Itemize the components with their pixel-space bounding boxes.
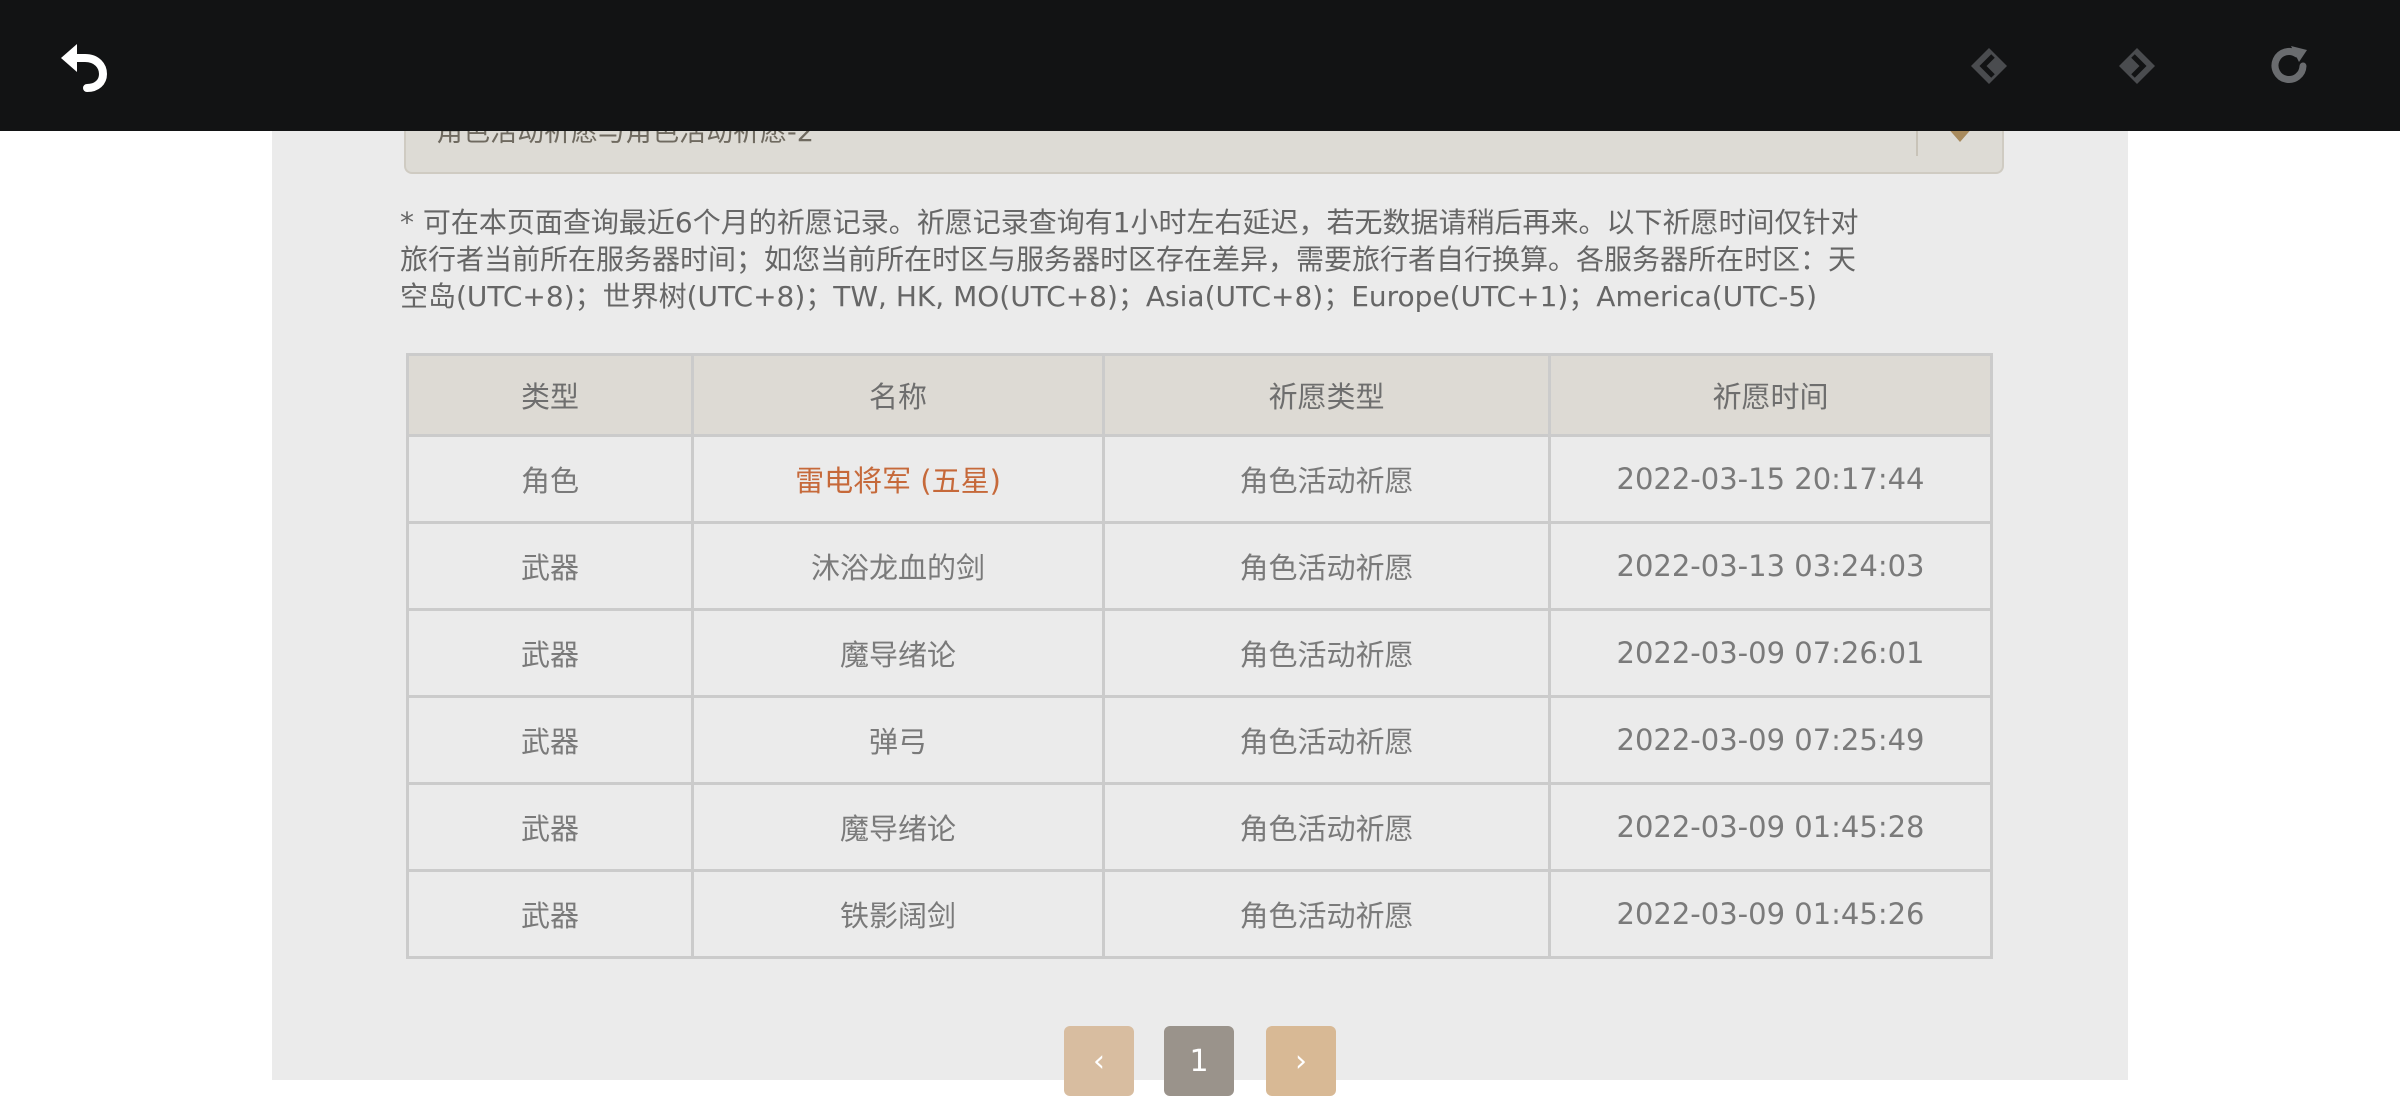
cell-wish-type: 角色活动祈愿	[1102, 521, 1551, 611]
cell-time: 2022-03-09 01:45:28	[1548, 782, 1993, 872]
back-button[interactable]	[47, 30, 119, 102]
header-name: 名称	[691, 353, 1105, 437]
table-header-row: 类型 名称 祈愿类型 祈愿时间	[406, 353, 1993, 437]
cell-type: 武器	[406, 869, 694, 959]
cell-name: 魔导绪论	[691, 782, 1105, 872]
cell-wish-type: 角色活动祈愿	[1102, 869, 1551, 959]
cell-time: 2022-03-09 07:26:01	[1548, 608, 1993, 698]
cell-name: 魔导绪论	[691, 608, 1105, 698]
table-row: 武器 沐浴龙血的剑 角色活动祈愿 2022-03-13 03:24:03	[406, 521, 1993, 611]
cell-type: 角色	[406, 434, 694, 524]
cell-type: 武器	[406, 782, 694, 872]
notice-line: 旅行者当前所在服务器时间；如您当前所在时区与服务器时区存在差异，需要旅行者自行换…	[400, 243, 1857, 276]
chevron-left-icon: ‹	[1093, 1043, 1105, 1079]
reload-icon	[2271, 46, 2307, 83]
cell-time: 2022-03-15 20:17:44	[1548, 434, 1993, 524]
back-arrow-icon	[61, 44, 108, 92]
nav-forward-button[interactable]	[2101, 30, 2173, 102]
header-type: 类型	[406, 353, 694, 437]
table-row: 武器 铁影阔剑 角色活动祈愿 2022-03-09 01:45:26	[406, 869, 1993, 959]
table-row: 武器 魔导绪论 角色活动祈愿 2022-03-09 01:45:28	[406, 782, 1993, 872]
diamond-left-icon	[1971, 48, 2007, 84]
page-number: 1	[1189, 1043, 1209, 1079]
table-row: 武器 魔导绪论 角色活动祈愿 2022-03-09 07:26:01	[406, 608, 1993, 698]
cell-wish-type: 角色活动祈愿	[1102, 782, 1551, 872]
cell-name: 雷电将军 (五星)	[691, 434, 1105, 524]
table-row: 武器 弹弓 角色活动祈愿 2022-03-09 07:25:49	[406, 695, 1993, 785]
cell-name: 沐浴龙血的剑	[691, 521, 1105, 611]
chevron-right-icon: ›	[1295, 1043, 1307, 1079]
browser-toolbar	[0, 0, 2400, 131]
next-page-button[interactable]: ›	[1266, 1026, 1336, 1096]
notice-line: * 可在本页面查询最近6个月的祈愿记录。祈愿记录查询有1小时左右延迟，若无数据请…	[400, 206, 1859, 239]
cell-wish-type: 角色活动祈愿	[1102, 695, 1551, 785]
pagination: ‹ 1 ›	[272, 1026, 2128, 1096]
cell-type: 武器	[406, 695, 694, 785]
prev-page-button[interactable]: ‹	[1064, 1026, 1134, 1096]
cell-time: 2022-03-13 03:24:03	[1548, 521, 1993, 611]
wish-history-notice: * 可在本页面查询最近6个月的祈愿记录。祈愿记录查询有1小时左右延迟，若无数据请…	[400, 204, 2010, 315]
cell-time: 2022-03-09 07:25:49	[1548, 695, 1993, 785]
cell-type: 武器	[406, 608, 694, 698]
cell-name: 弹弓	[691, 695, 1105, 785]
table-row: 角色 雷电将军 (五星) 角色活动祈愿 2022-03-15 20:17:44	[406, 434, 1993, 524]
reload-button[interactable]	[2253, 30, 2325, 102]
cell-time: 2022-03-09 01:45:26	[1548, 869, 1993, 959]
cell-name: 铁影阔剑	[691, 869, 1105, 959]
cell-wish-type: 角色活动祈愿	[1102, 434, 1551, 524]
nav-back-button[interactable]	[1953, 30, 2025, 102]
current-page-button[interactable]: 1	[1164, 1026, 1234, 1096]
notice-line: 空岛(UTC+8)；世界树(UTC+8)；TW, HK, MO(UTC+8)；A…	[400, 280, 1818, 313]
page-content: 角色活动祈愿与角色活动祈愿-2 * 可在本页面查询最近6个月的祈愿记录。祈愿记录…	[272, 0, 2128, 1096]
cell-type: 武器	[406, 521, 694, 611]
diamond-right-icon	[2119, 48, 2155, 84]
cell-wish-type: 角色活动祈愿	[1102, 608, 1551, 698]
header-wish-type: 祈愿类型	[1102, 353, 1551, 437]
wish-history-table: 类型 名称 祈愿类型 祈愿时间 角色 雷电将军 (五星) 角色活动祈愿 2022…	[406, 353, 1993, 959]
header-wish-time: 祈愿时间	[1548, 353, 1993, 437]
